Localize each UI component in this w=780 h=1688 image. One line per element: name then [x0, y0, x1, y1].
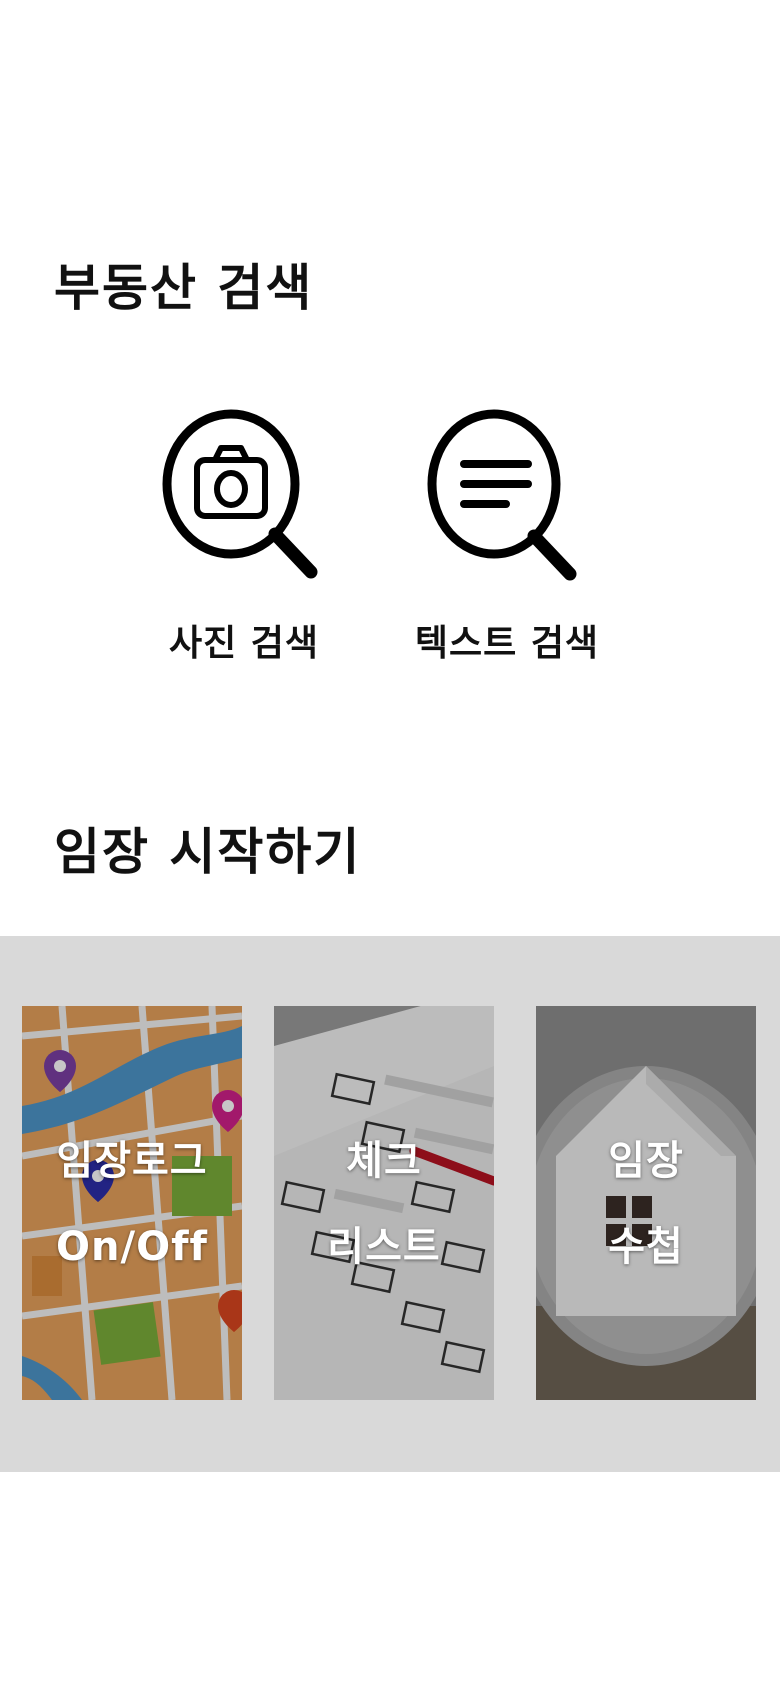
text-search-icon	[427, 409, 577, 581]
card-line-1: 체크	[346, 1138, 422, 1184]
checklist-card[interactable]: 체크 리스트	[274, 1006, 494, 1400]
field-log-card-label: 임장로그 On/Off	[22, 1118, 242, 1290]
card-line-2: 리스트	[327, 1224, 441, 1270]
camera-search-icon	[162, 409, 318, 579]
card-line-1: 임장	[608, 1138, 684, 1184]
card-line-2: On/Off	[56, 1224, 208, 1270]
card-line-2: 수첩	[608, 1224, 684, 1270]
field-notebook-card[interactable]: 임장 수첩	[536, 1006, 756, 1400]
field-log-toggle-card[interactable]: 임장로그 On/Off	[22, 1006, 242, 1400]
search-section-title: 부동산 검색	[54, 259, 314, 317]
photo-search-label: 사진 검색	[168, 623, 319, 664]
checklist-card-label: 체크 리스트	[274, 1118, 494, 1290]
photo-search-button[interactable]: 사진 검색	[124, 404, 364, 666]
start-section-title: 임장 시작하기	[54, 823, 362, 881]
start-cards-band: 임장로그 On/Off 체크 리스트 임장 수첩	[0, 936, 780, 1472]
card-line-1: 임장로그	[56, 1138, 208, 1184]
text-search-button[interactable]: 텍스트 검색	[387, 404, 627, 666]
text-search-label: 텍스트 검색	[414, 623, 600, 664]
field-notebook-card-label: 임장 수첩	[536, 1118, 756, 1290]
